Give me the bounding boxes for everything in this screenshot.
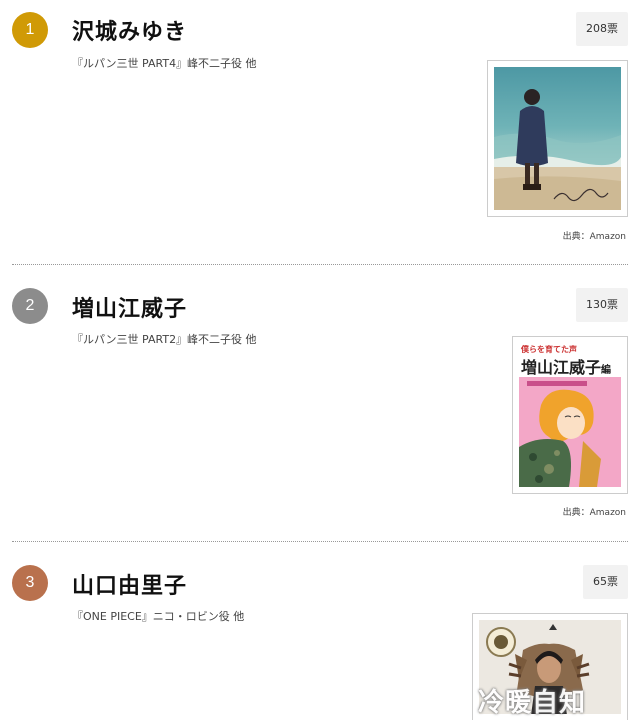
rank-badge: 3 (12, 565, 48, 601)
rank-badge: 2 (12, 288, 48, 324)
entry-name[interactable]: 増山江威子 (72, 291, 187, 323)
rank-badge: 1 (12, 12, 48, 48)
entry-role: 『ルパン三世 PART4』峰不二子役 他 (72, 57, 257, 70)
entry-role: 『ルパン三世 PART2』峰不二子役 他 (72, 333, 257, 346)
image-source-credit: 出典：Amazon (562, 232, 626, 242)
entry-divider (12, 264, 628, 265)
vote-count-badge: 130票 (576, 288, 628, 322)
cover-title: 増山江威子 (521, 358, 602, 377)
entry-name[interactable]: 山口由里子 (72, 568, 187, 600)
cover-title-suffix: 編 (601, 365, 612, 376)
entry-divider (12, 541, 628, 542)
entry-role: 『ONE PIECE』ニコ・ロビン役 他 (72, 610, 245, 623)
album-photo (494, 67, 621, 210)
beach-photo-illustration (494, 67, 621, 210)
book-cover: 僕らを育てた声 増山江威子編 (519, 343, 621, 487)
cover-title-row: 増山江威子編 (521, 354, 611, 378)
vote-count-badge: 65票 (583, 565, 628, 599)
cover-illustration (519, 377, 621, 487)
cover-image[interactable]: 僕らを育てた声 増山江威子編 (512, 336, 628, 494)
cover-image[interactable] (487, 60, 628, 217)
image-source-credit: 出典：Amazon (562, 508, 626, 518)
watermark: 冷暖自知 (478, 688, 587, 718)
vote-count-badge: 208票 (576, 12, 628, 46)
entry-name[interactable]: 沢城みゆき (72, 14, 187, 46)
